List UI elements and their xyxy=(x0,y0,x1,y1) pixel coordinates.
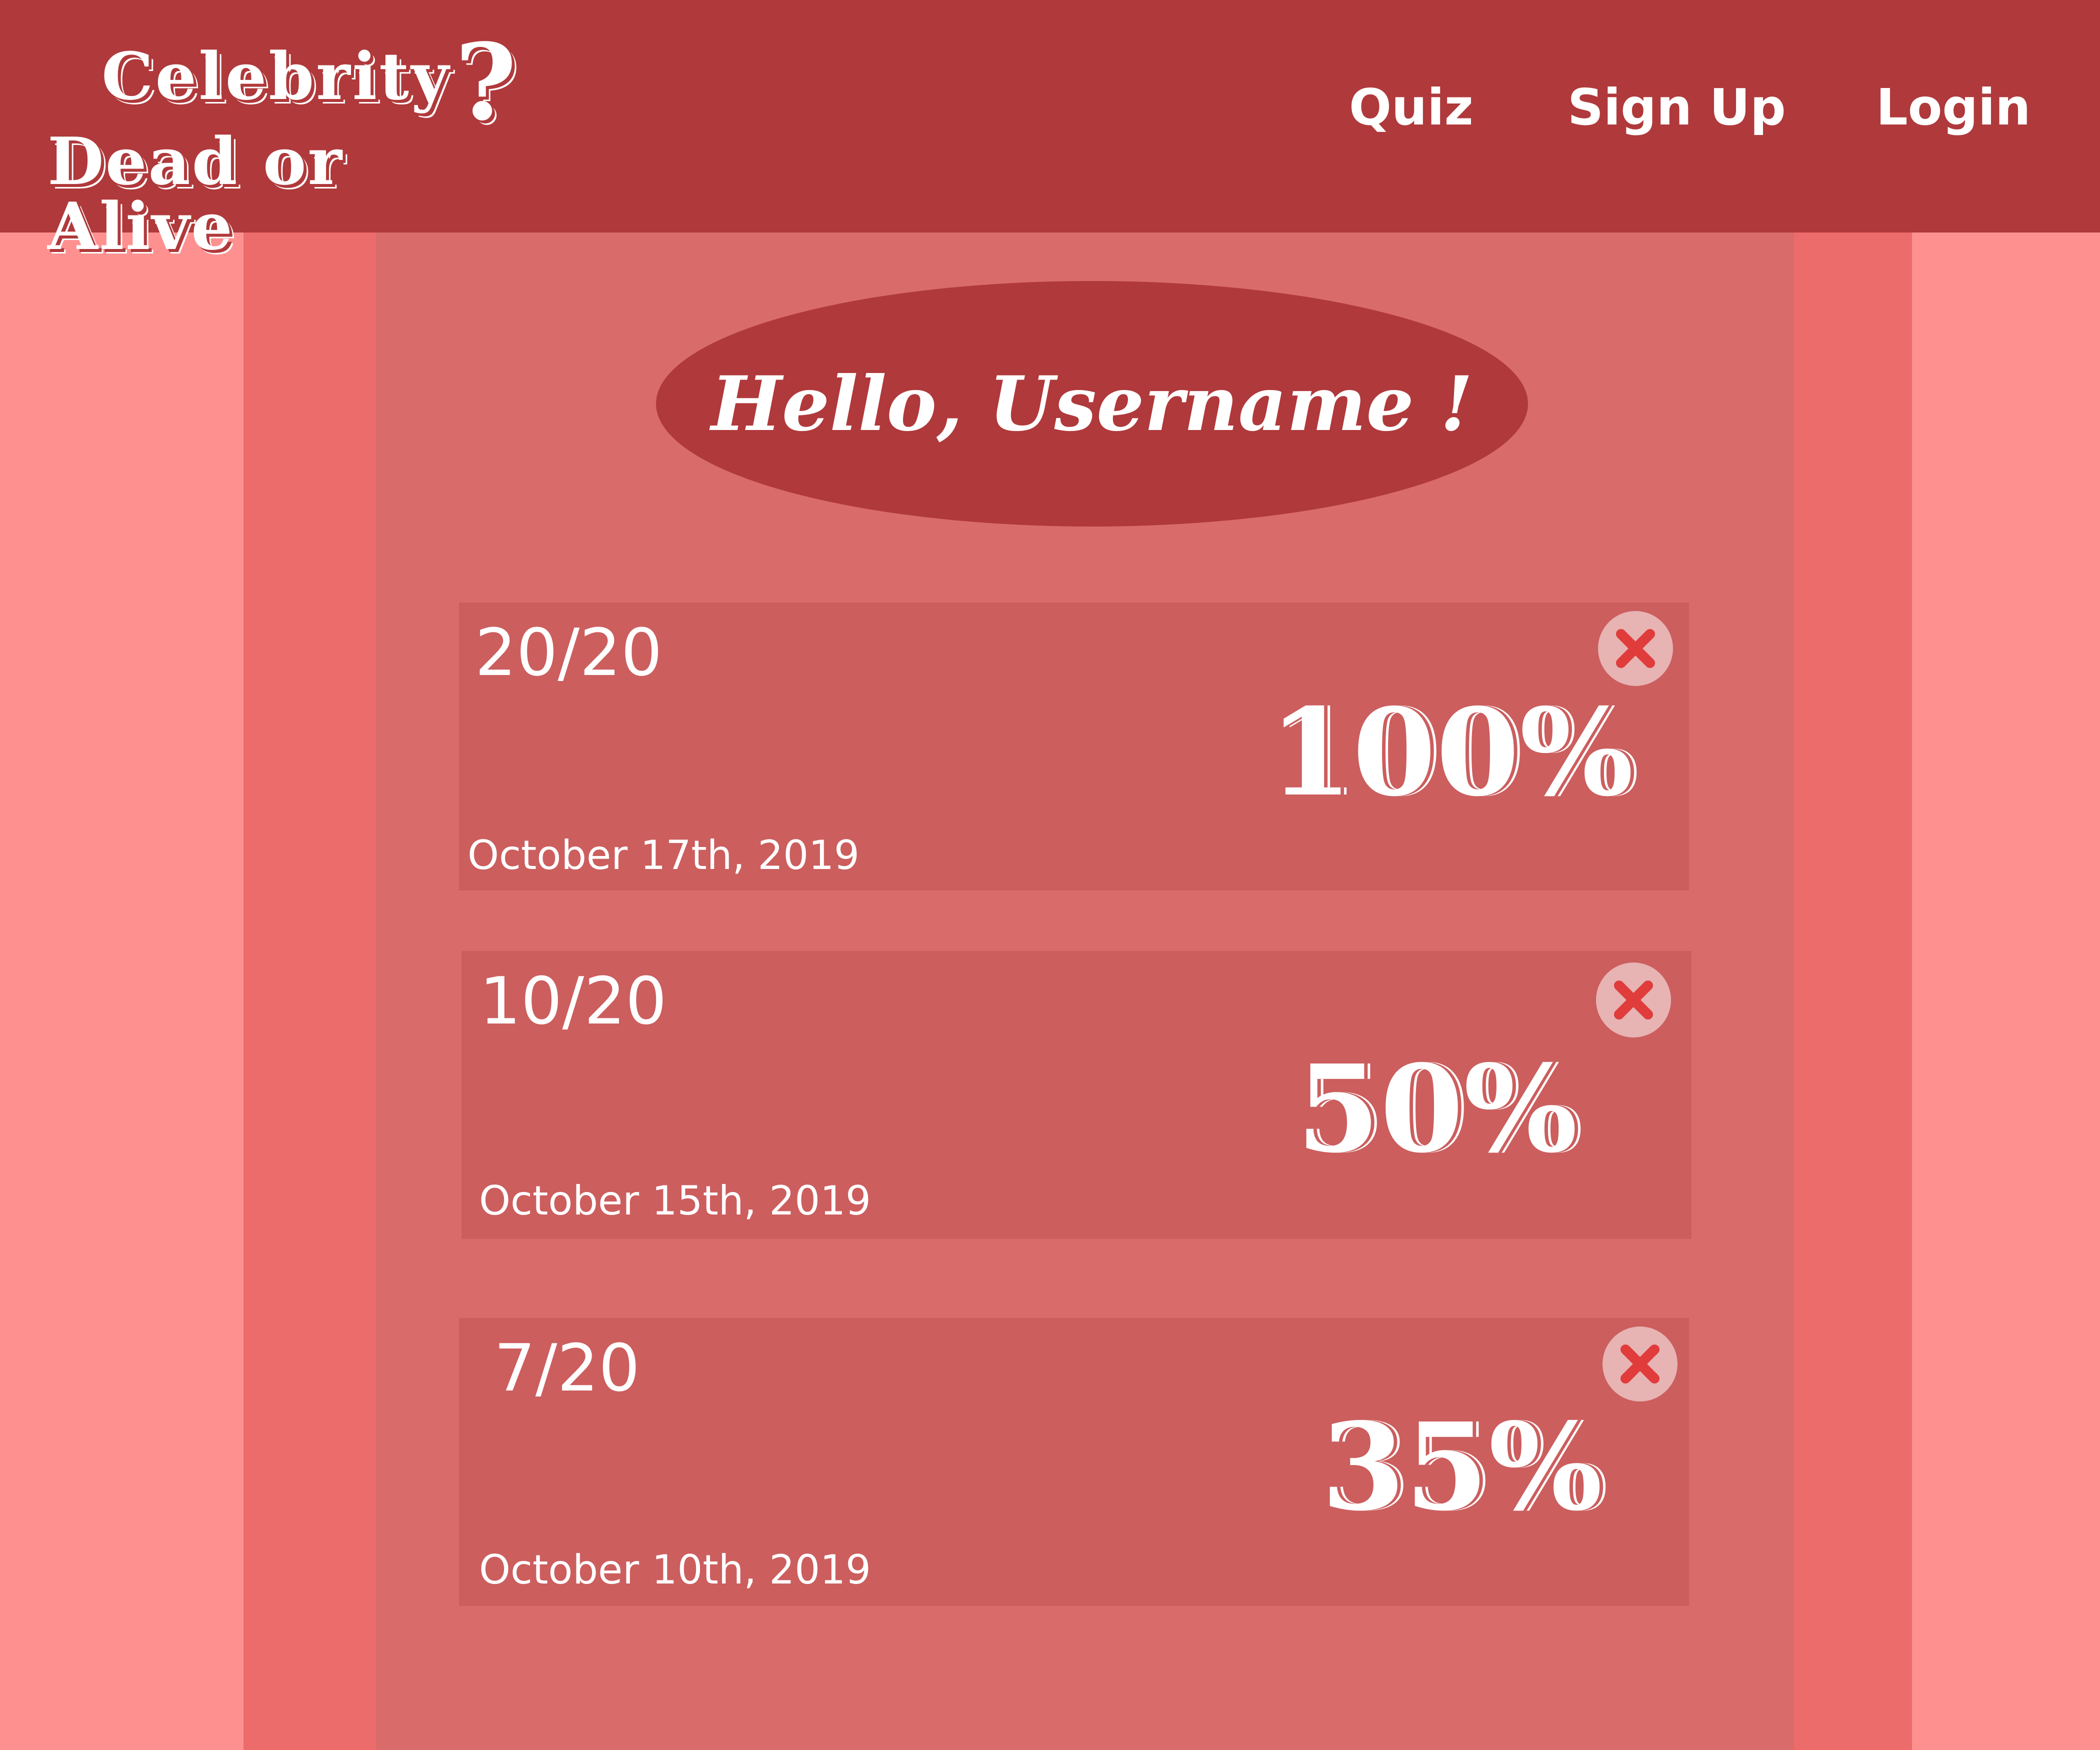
result-card: 20/20 100% October 17th, 2019 xyxy=(459,602,1689,890)
logo-title-line2: Dead or Alive xyxy=(48,123,344,264)
result-percent: 100% xyxy=(1269,682,1634,823)
logo-title-line1: Celebrity xyxy=(102,38,451,114)
delete-result-button[interactable] xyxy=(1598,611,1673,686)
nav-link-login[interactable]: Login xyxy=(1876,82,2030,132)
delete-result-button[interactable] xyxy=(1602,1326,1678,1402)
result-percent: 50% xyxy=(1296,1038,1578,1180)
greeting-text: Hello, Username ! xyxy=(711,360,1473,448)
result-percent: 35% xyxy=(1322,1396,1603,1538)
result-date: October 10th, 2019 xyxy=(479,1546,871,1593)
close-icon xyxy=(1620,1344,1660,1384)
nav-link-sign-up[interactable]: Sign Up xyxy=(1568,82,1786,132)
greeting-banner: Hello, Username ! xyxy=(656,281,1528,526)
result-score: 20/20 xyxy=(475,614,662,690)
side-band-right xyxy=(1794,0,1912,1750)
result-card: 10/20 50% October 15th, 2019 xyxy=(462,951,1692,1239)
delete-result-button[interactable] xyxy=(1596,962,1671,1038)
site-logo[interactable]: Celebrity ? Dead or Alive xyxy=(48,30,538,259)
result-card: 7/20 35% October 10th, 2019 xyxy=(459,1318,1689,1606)
result-score: 7/20 xyxy=(494,1330,640,1406)
close-icon xyxy=(1614,980,1653,1020)
logo-question-mark: ? xyxy=(455,20,517,144)
nav-link-quiz[interactable]: Quiz xyxy=(1349,82,1474,132)
result-date: October 15th, 2019 xyxy=(479,1178,871,1224)
side-band-left xyxy=(244,0,376,1750)
result-date: October 17th, 2019 xyxy=(468,832,860,878)
top-header: Celebrity ? Dead or Alive Quiz Sign Up L… xyxy=(0,0,2100,259)
result-score: 10/20 xyxy=(480,963,667,1039)
close-icon xyxy=(1616,629,1655,668)
